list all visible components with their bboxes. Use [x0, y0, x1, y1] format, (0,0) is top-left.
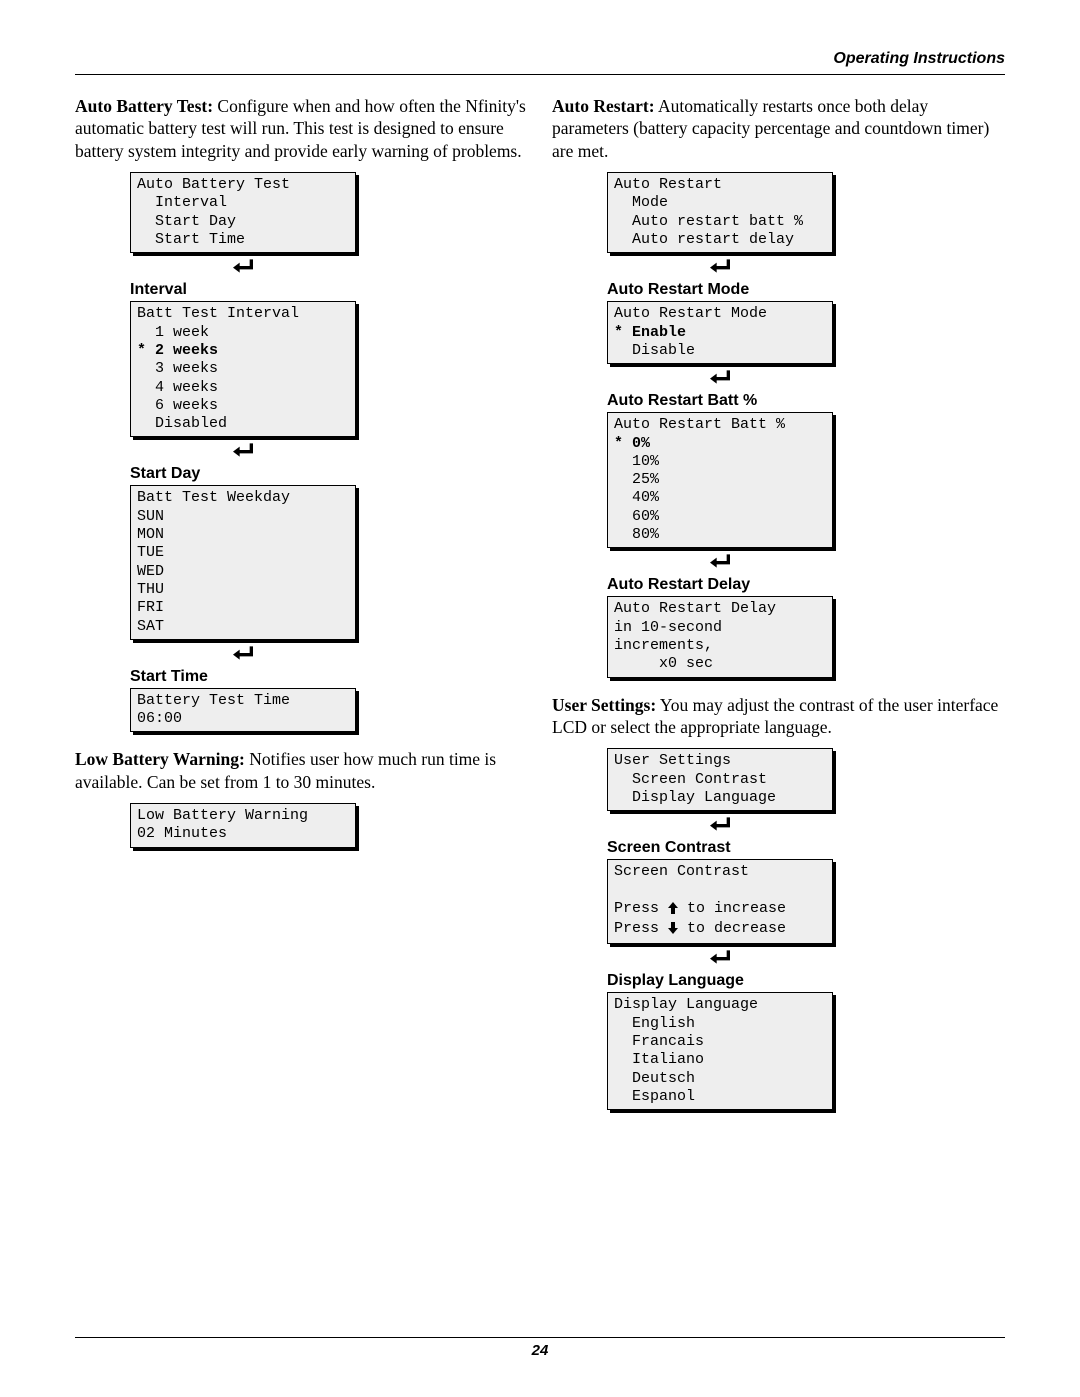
lcd-auto-restart-batt: Auto Restart Batt % * 0% 10% 25% 40% 60%… [607, 412, 833, 548]
enter-icon [130, 644, 356, 666]
lcd-screen-contrast: Screen Contrast Press to increase Press … [607, 859, 833, 944]
auto-restart-para: Auto Restart: Automatically restarts onc… [552, 95, 1005, 162]
header-title: Operating Instructions [833, 50, 1005, 67]
lcd-auto-battery-test: Auto Battery Test Interval Start Day Sta… [130, 172, 528, 732]
page-header: Operating Instructions [75, 50, 1005, 75]
lcd-start-time: Battery Test Time 06:00 [130, 688, 356, 733]
enter-icon [607, 257, 833, 279]
arrow-down-icon [668, 922, 678, 940]
start-time-heading: Start Time [130, 668, 528, 686]
left-column: Auto Battery Test: Configure when and ho… [75, 95, 528, 1112]
lcd-start-day: Batt Test Weekday SUN MON TUE WED THU FR… [130, 485, 356, 639]
enter-icon [607, 552, 833, 574]
lcd-interval: Batt Test Interval 1 week * 2 weeks 3 we… [130, 301, 356, 437]
lcd-screen: Auto Restart Mode Auto restart batt % Au… [607, 172, 833, 253]
auto-restart-batt-heading: Auto Restart Batt % [607, 392, 1005, 410]
display-language-heading: Display Language [607, 972, 1005, 990]
enter-icon [607, 815, 833, 837]
lcd-user-settings: User Settings Screen Contrast Display La… [607, 748, 1005, 1110]
auto-battery-test-para: Auto Battery Test: Configure when and ho… [75, 95, 528, 162]
auto-restart-lead: Auto Restart: [552, 96, 655, 116]
selected-option: * Enable [614, 324, 686, 341]
lcd-display-language: Display Language English Francais Italia… [607, 992, 833, 1110]
selected-option: * 0% [614, 435, 650, 452]
page-number: 24 [532, 1342, 549, 1359]
user-settings-para: User Settings: You may adjust the contra… [552, 694, 1005, 739]
two-column-layout: Auto Battery Test: Configure when and ho… [75, 95, 1005, 1112]
auto-restart-delay-heading: Auto Restart Delay [607, 576, 1005, 594]
right-column: Auto Restart: Automatically restarts onc… [552, 95, 1005, 1112]
enter-icon [130, 257, 356, 279]
enter-icon [607, 368, 833, 390]
lcd-auto-restart: Auto Restart Mode Auto restart batt % Au… [607, 172, 1005, 677]
start-day-heading: Start Day [130, 465, 528, 483]
selected-option: * 2 weeks [137, 342, 218, 359]
enter-icon [130, 441, 356, 463]
auto-restart-mode-heading: Auto Restart Mode [607, 281, 1005, 299]
low-battery-warning-para: Low Battery Warning: Notifies user how m… [75, 748, 528, 793]
enter-icon [607, 948, 833, 970]
user-settings-lead: User Settings: [552, 695, 656, 715]
low-battery-warning-lead: Low Battery Warning: [75, 749, 245, 769]
page-footer: 24 [75, 1337, 1005, 1359]
arrow-up-icon [668, 902, 678, 920]
auto-battery-test-lead: Auto Battery Test: [75, 96, 213, 116]
lcd-auto-restart-mode: Auto Restart Mode * Enable Disable [607, 301, 833, 364]
interval-heading: Interval [130, 281, 528, 299]
lcd-screen: User Settings Screen Contrast Display La… [607, 748, 833, 811]
screen-contrast-heading: Screen Contrast [607, 839, 1005, 857]
lcd-screen: Low Battery Warning 02 Minutes [130, 803, 356, 848]
lcd-auto-restart-delay: Auto Restart Delay in 10-second incremen… [607, 596, 833, 677]
lcd-screen: Auto Battery Test Interval Start Day Sta… [130, 172, 356, 253]
lcd-low-battery-warning: Low Battery Warning 02 Minutes [130, 803, 528, 848]
